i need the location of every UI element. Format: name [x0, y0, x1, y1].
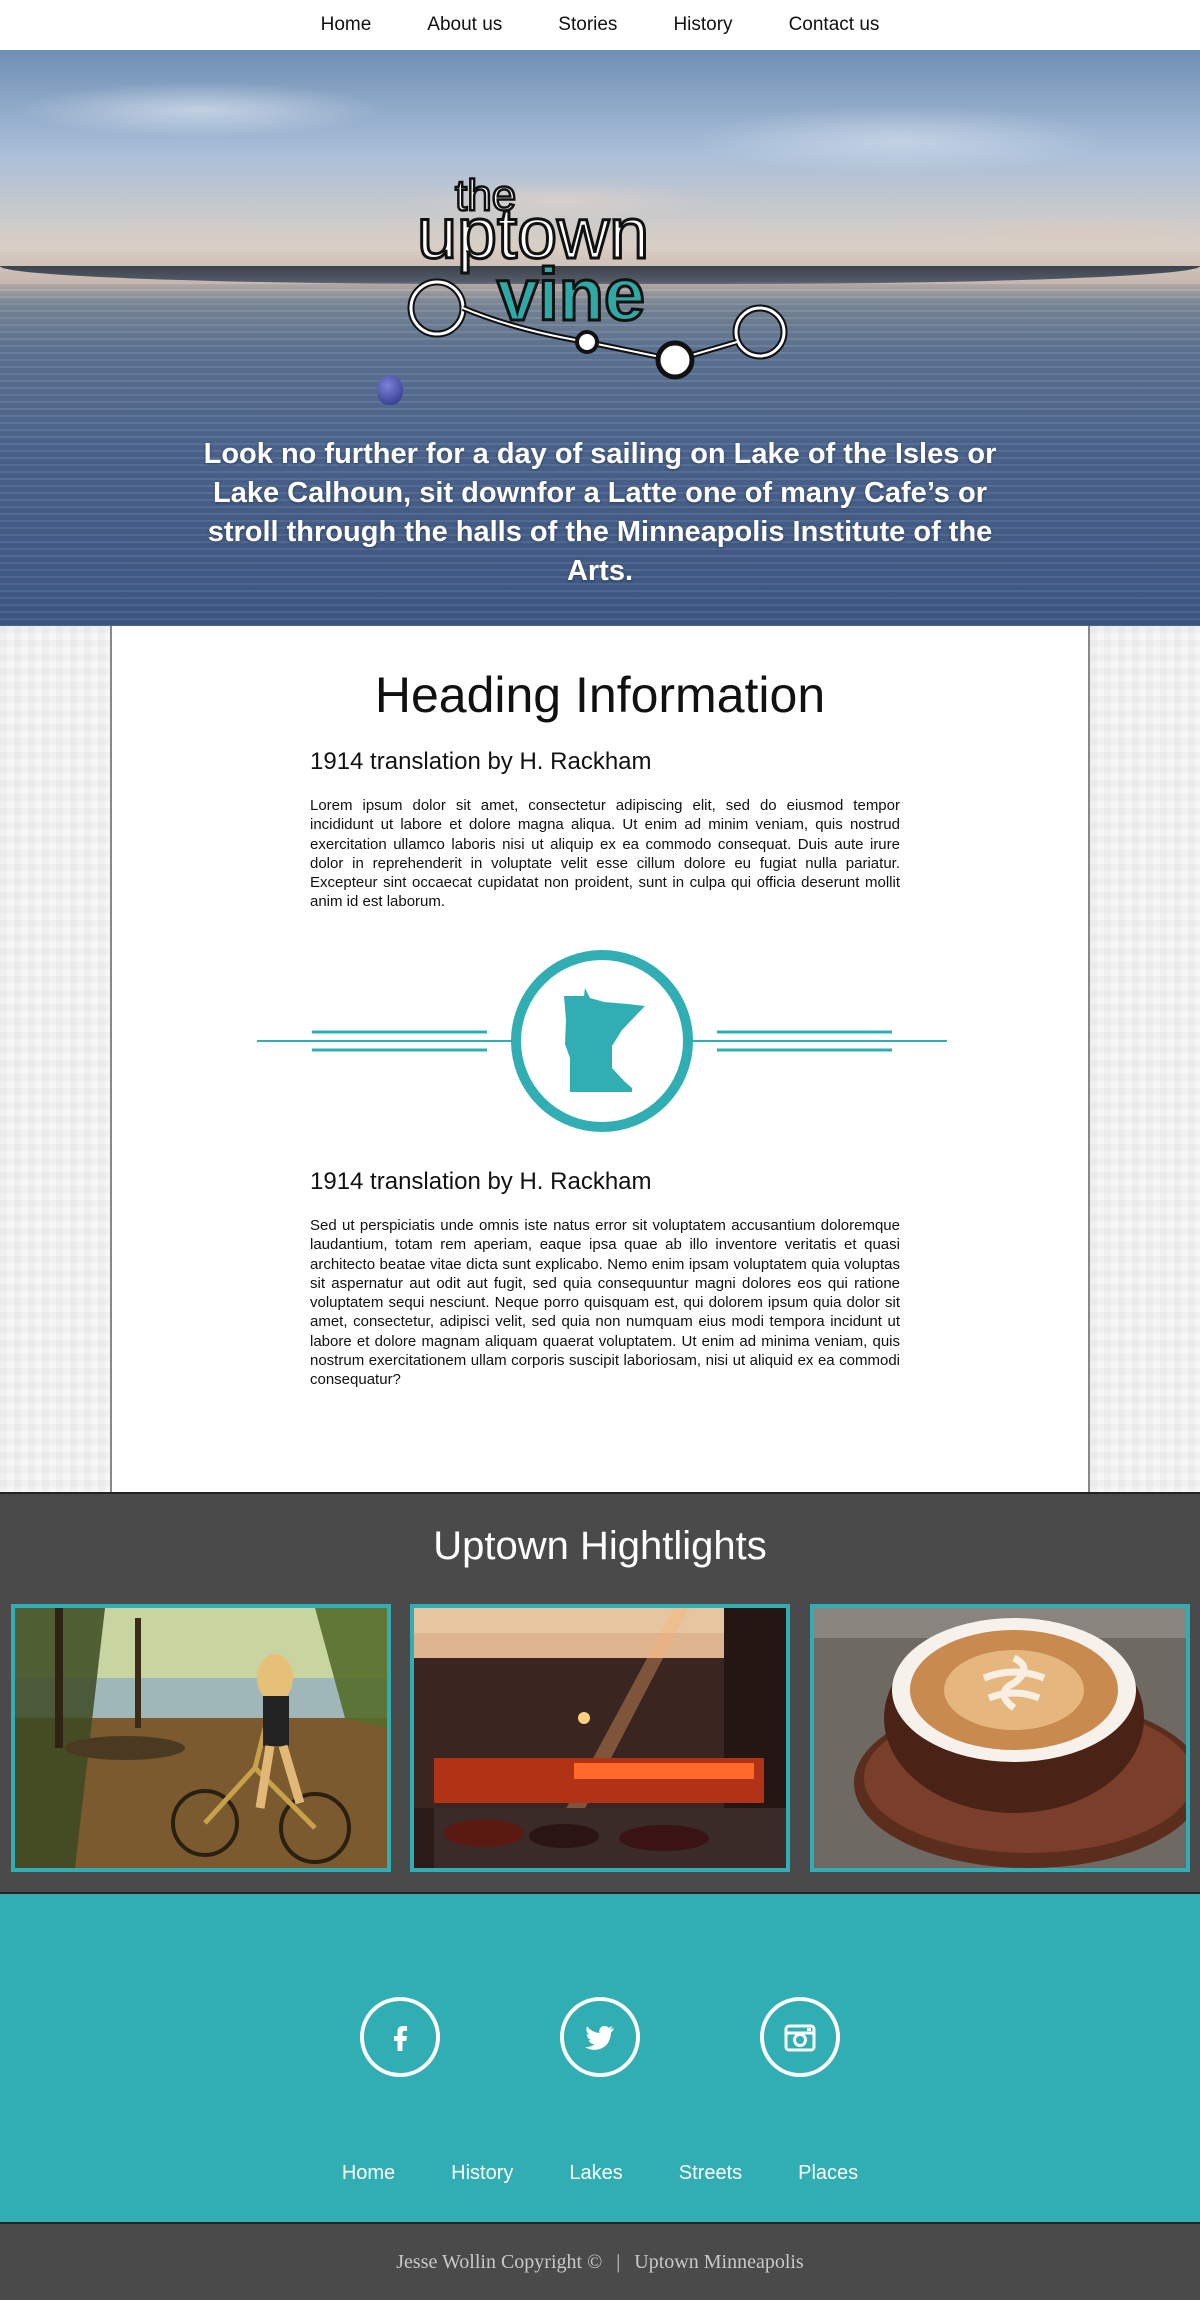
highlights-section: Uptown Hightlights	[0, 1492, 1200, 1892]
footer-nav-lakes[interactable]: Lakes	[569, 2162, 622, 2185]
nav-history[interactable]: History	[673, 14, 732, 36]
lake-cyclist-photo[interactable]	[11, 1604, 391, 1872]
footer-nav: Home History Lakes Streets Places	[0, 2162, 1200, 2185]
page-heading: Heading Information	[374, 667, 826, 723]
left-pattern	[0, 626, 110, 1492]
buoy-image	[377, 375, 403, 405]
nav-home[interactable]: Home	[321, 14, 372, 36]
section2-title: 1914 translation by H. Rackham	[310, 1168, 652, 1195]
footer-nav-places[interactable]: Places	[798, 2162, 858, 2185]
facebook-icon	[394, 2026, 407, 2051]
highlights-title: Uptown Hightlights	[433, 1524, 767, 1568]
footer-nav-home[interactable]: Home	[342, 2162, 395, 2185]
twitter-button[interactable]	[560, 1997, 640, 2077]
latte-cup-photo[interactable]	[810, 1604, 1190, 1872]
instagram-button[interactable]	[760, 1997, 840, 2077]
twitter-icon	[585, 2025, 614, 2050]
nav-contact-us[interactable]: Contact us	[789, 14, 880, 36]
instagram-icon	[784, 2024, 816, 2052]
hero-banner: the uptown vine Look no further for a da…	[0, 50, 1200, 626]
minnesota-emblem	[257, 950, 947, 1132]
footer: Home History Lakes Streets Places	[0, 1892, 1200, 2222]
copyright-location: Uptown Minneapolis	[634, 2250, 804, 2273]
footer-nav-history[interactable]: History	[451, 2162, 513, 2185]
nav-about-us[interactable]: About us	[427, 14, 502, 36]
top-nav: Home About us Stories History Contact us	[0, 0, 1200, 50]
svg-text:vine: vine	[497, 253, 645, 336]
uptown-street-night-photo[interactable]	[410, 1604, 790, 1872]
hero-tagline: Look no further for a day of sailing on …	[203, 438, 997, 587]
uptown-vine-logo: the uptown vine	[407, 170, 788, 380]
facebook-button[interactable]	[360, 1997, 440, 2077]
section2-body: Sed ut perspiciatis unde omnis iste natu…	[310, 1217, 900, 1389]
minnesota-state-icon	[564, 988, 645, 1092]
copyright-separator: |	[616, 2250, 621, 2273]
section1-body: Lorem ipsum dolor sit amet, consectetur …	[310, 797, 900, 911]
nav-stories[interactable]: Stories	[558, 14, 617, 36]
main-content: Heading Information 1914 translation by …	[110, 626, 1090, 1492]
right-pattern	[1090, 626, 1200, 1492]
section1-title: 1914 translation by H. Rackham	[310, 748, 652, 775]
copyright-bar: Jesse Wollin Copyright © | Uptown Minnea…	[0, 2222, 1200, 2300]
copyright-text: Jesse Wollin Copyright ©	[396, 2250, 603, 2273]
footer-nav-streets[interactable]: Streets	[679, 2162, 742, 2185]
